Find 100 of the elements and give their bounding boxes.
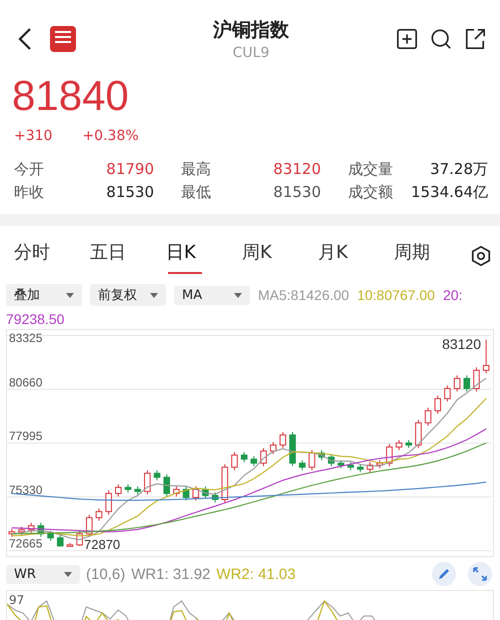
candle [192,486,200,501]
period-tab[interactable]: 周期 [394,238,470,274]
candle [366,462,374,473]
candle [280,431,286,449]
period-tab[interactable]: 日K [166,238,242,274]
candle [86,514,93,538]
candle [464,374,470,392]
ma-legend-value: 79238.50 [6,311,64,327]
indicator-dropdown[interactable]: 前复权 [90,284,166,306]
axis-label: 72665 [9,536,42,551]
stat-label: 最高 [181,160,211,179]
candle [202,486,209,499]
price-change: +310 [14,128,52,144]
axis-label: 75330 [9,482,42,497]
last-price: 81840 [11,71,130,120]
indicator-dropdown[interactable]: MA [174,286,250,304]
period-tab[interactable]: 分时 [14,238,90,274]
candle [47,530,54,542]
candle [105,490,112,516]
candle [8,528,16,538]
back-icon[interactable] [18,27,32,51]
indicator-value: WR2: 41.03 [216,566,296,582]
candle [338,460,344,469]
candle [96,508,102,522]
percent-change: +0.38% [82,128,139,144]
expand-icon [472,566,488,582]
stat-label: 昨收 [14,183,44,202]
candle [76,530,83,546]
candle [250,456,258,467]
period-tab[interactable]: 月K [318,238,394,274]
candle [56,534,64,547]
candle [38,522,44,538]
indicator-value: WR1: 31.92 [131,566,210,582]
period-tab[interactable]: 周K [242,238,318,274]
axis-label: 83325 [9,331,42,345]
candle [386,444,393,467]
settings-icon[interactable] [470,245,492,267]
expand-button[interactable] [468,562,492,586]
candle [444,385,451,402]
candle [66,542,74,548]
candle [415,419,422,449]
axis-label: 77995 [9,429,42,444]
high-price-tag: 83120 [442,336,481,352]
candle [376,460,383,469]
stat-label: 成交额 [348,183,393,202]
candle [454,374,460,392]
candle [473,366,480,392]
axis-label: 80660 [9,375,42,390]
stat-value: 37.28万 [430,160,488,179]
period-tab[interactable]: 五日 [90,238,166,274]
stat-value: 1534.64亿 [410,183,488,202]
candle [347,462,354,471]
candle [222,464,228,504]
candle [357,464,364,473]
page-title: 沪铜指数 [212,18,290,43]
edit-button[interactable] [432,562,456,586]
stat-value: 83120 [273,160,321,179]
candle [482,339,490,374]
axis-label: 97 [9,593,24,607]
candle [396,439,402,451]
candle [289,431,296,467]
pencil-icon [436,566,452,582]
contract-code: CUL9 [232,45,270,61]
ma-legend-value: MA5:81426.00 [258,287,350,303]
candle [163,474,170,497]
search-icon[interactable] [430,28,452,50]
candle [28,522,34,534]
candle [144,470,151,495]
candle [212,492,218,504]
indicator-dropdown[interactable]: WR [6,564,80,584]
add-icon[interactable] [396,28,418,50]
candle [18,526,25,536]
indicator-dropdown[interactable]: 叠加 [6,284,82,306]
stat-value: 81790 [106,160,154,179]
candle [424,407,432,426]
candle [240,452,248,463]
candle [231,452,238,471]
low-price-tag: 72870 [84,537,120,552]
candle [173,486,180,497]
candle [134,486,141,495]
stat-label: 今开 [14,160,44,179]
candle [328,454,335,467]
indicator-params: (10,6) [86,566,126,582]
candle [308,450,316,471]
candle [270,442,276,455]
candle [405,439,412,449]
candle [260,448,267,467]
stat-label: 最低 [181,183,211,202]
ma-legend-value: 10:80767.00 [357,287,435,303]
candle [298,460,306,471]
stat-label: 成交量 [348,160,393,179]
candle [154,470,160,481]
app-logo-icon [50,26,76,52]
candle [115,484,122,497]
candle [318,450,325,461]
share-icon[interactable] [464,28,486,50]
stat-value: 81530 [106,183,154,202]
candle [434,395,442,414]
candle [182,486,190,501]
stat-value: 81530 [273,183,321,202]
